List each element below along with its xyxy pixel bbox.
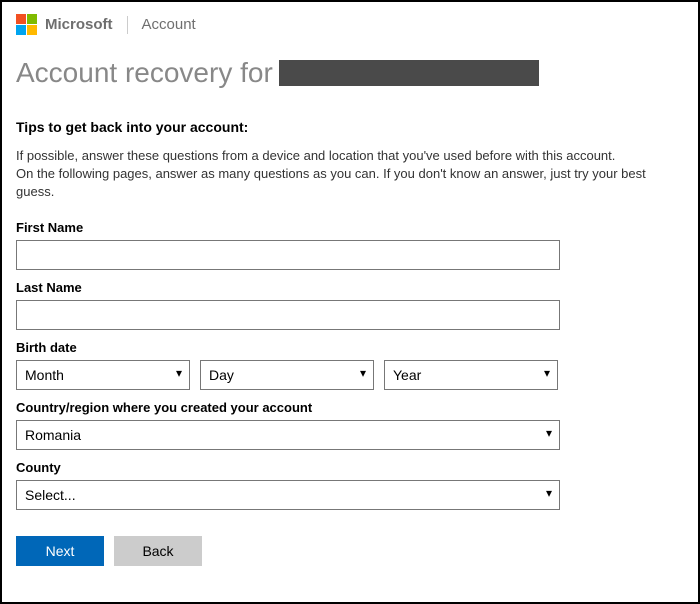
county-label: County (16, 460, 684, 475)
first-name-input[interactable] (16, 240, 560, 270)
redacted-account-name (279, 60, 539, 86)
birth-year-select[interactable]: Year (384, 360, 558, 390)
tips-line-2: On the following pages, answer as many q… (16, 165, 684, 201)
tips-heading: Tips to get back into your account: (16, 119, 684, 135)
brand-name: Microsoft (45, 16, 113, 33)
header-section: Account (142, 16, 196, 33)
birth-date-row: Month Day Year (16, 360, 684, 390)
birth-month-select[interactable]: Month (16, 360, 190, 390)
birth-day-select[interactable]: Day (200, 360, 374, 390)
country-label: Country/region where you created your ac… (16, 400, 684, 415)
first-name-label: First Name (16, 220, 684, 235)
back-button[interactable]: Back (114, 536, 202, 566)
header: Microsoft Account (16, 14, 684, 35)
button-row: Next Back (16, 536, 684, 566)
microsoft-logo-icon (16, 14, 37, 35)
page-title-text: Account recovery for (16, 57, 273, 89)
tips-body: If possible, answer these questions from… (16, 147, 684, 202)
page-title: Account recovery for (16, 57, 684, 89)
next-button[interactable]: Next (16, 536, 104, 566)
country-select[interactable]: Romania (16, 420, 560, 450)
last-name-input[interactable] (16, 300, 560, 330)
last-name-label: Last Name (16, 280, 684, 295)
page-frame: Microsoft Account Account recovery for T… (0, 0, 700, 604)
county-select[interactable]: Select... (16, 480, 560, 510)
tips-line-1: If possible, answer these questions from… (16, 147, 684, 165)
birth-date-label: Birth date (16, 340, 684, 355)
header-divider (127, 16, 128, 34)
